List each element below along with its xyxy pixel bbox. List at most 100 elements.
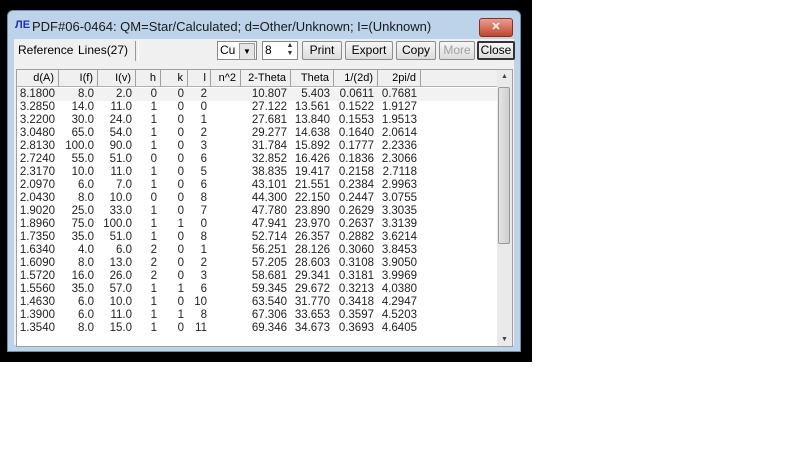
column-header[interactable]: I(v) bbox=[98, 70, 136, 86]
table-row[interactable]: 2.3170 10.0 11.0 1 0 5 38.835 19.417 0.2158 2.711… bbox=[17, 166, 497, 179]
table-cell: 67.306 bbox=[251, 309, 287, 321]
table-cell: 34.673 bbox=[294, 322, 330, 334]
table-cell: 8.0 bbox=[78, 257, 94, 269]
table-cell: 2 bbox=[200, 127, 207, 139]
table-cell: 1 bbox=[150, 296, 157, 308]
table-cell: 29.672 bbox=[294, 283, 330, 295]
table-row[interactable]: 1.8960 75.0 100.0 1 1 0 47.941 23.970 0.2637 3.31… bbox=[17, 218, 497, 231]
export-button[interactable]: Export bbox=[345, 41, 393, 60]
table-cell: 1 bbox=[150, 322, 157, 334]
table-row[interactable]: 1.3900 6.0 11.0 1 1 8 67.306 33.653 0.3597 4.5203 bbox=[17, 309, 497, 322]
table-cell bbox=[211, 179, 241, 192]
scrollbar-thumb[interactable] bbox=[498, 87, 510, 244]
close-window-button[interactable]: ✕ bbox=[479, 18, 513, 37]
table-cell: 1.3900 bbox=[19, 309, 55, 321]
column-header[interactable]: 1/(2d) bbox=[334, 70, 378, 86]
table-cell: 1.9020 bbox=[19, 205, 55, 217]
tab-lines[interactable]: Lines(27) bbox=[78, 43, 128, 57]
table-cell: 1 bbox=[150, 283, 157, 295]
title-bar[interactable]: ЛЕ PDF#06-0464: QM=Star/Calculated; d=Ot… bbox=[8, 11, 520, 39]
table-cell: 10.0 bbox=[109, 296, 132, 308]
radiation-select[interactable]: Cu ▼ bbox=[217, 41, 257, 60]
table-cell: 51.0 bbox=[109, 153, 132, 165]
table-row[interactable]: 2.8130 100.0 90.0 1 0 3 31.784 15.892 0.1777 2.23… bbox=[17, 140, 497, 153]
table-cell: 14.638 bbox=[294, 127, 330, 139]
table-cell bbox=[211, 88, 241, 101]
table-cell: 2.9963 bbox=[381, 179, 417, 191]
table-cell: 3 bbox=[200, 140, 207, 152]
table-cell: 29.277 bbox=[251, 127, 287, 139]
table-row[interactable]: 3.2850 14.0 11.0 1 0 0 27.122 13.561 0.1522 1.912… bbox=[17, 101, 497, 114]
table-row[interactable]: 8.1800 8.0 2.0 0 0 2 10.807 5.403 0.0611 0.7681 bbox=[17, 88, 497, 101]
table-cell: 0.2447 bbox=[338, 192, 374, 204]
table-cell: 47.941 bbox=[251, 218, 287, 230]
table-cell: 1 bbox=[200, 244, 207, 256]
column-header[interactable]: d(A) bbox=[17, 70, 59, 86]
table-row[interactable]: 1.5560 35.0 57.0 1 1 6 59.345 29.672 0.3213 4.038… bbox=[17, 283, 497, 296]
table-row[interactable]: 1.6340 4.0 6.0 2 0 1 56.251 28.126 0.3060 3.8453 bbox=[17, 244, 497, 257]
table-cell: 1 bbox=[150, 127, 157, 139]
table-cell: 24.0 bbox=[109, 114, 132, 126]
table-cell: 57.205 bbox=[251, 257, 287, 269]
column-header[interactable]: 2-Theta bbox=[241, 70, 291, 86]
table-row[interactable]: 1.5720 16.0 26.0 2 0 3 58.681 29.341 0.3181 3.996… bbox=[17, 270, 497, 283]
column-header[interactable]: Theta bbox=[291, 70, 334, 86]
table-row[interactable]: 1.9020 25.0 33.0 1 0 7 47.780 23.890 0.2629 3.303… bbox=[17, 205, 497, 218]
chevron-down-icon[interactable]: ▼ bbox=[239, 43, 255, 60]
table-row[interactable]: 2.7240 55.0 51.0 0 0 6 32.852 16.426 0.1836 2.306… bbox=[17, 153, 497, 166]
table-cell: 0.2882 bbox=[338, 231, 374, 243]
table-cell: 7.0 bbox=[116, 179, 132, 191]
pdf-card-window: ЛЕ PDF#06-0464: QM=Star/Calculated; d=Ot… bbox=[7, 10, 521, 352]
table-row[interactable]: 1.4630 6.0 10.0 1 0 10 63.540 31.770 0.3418 4.294… bbox=[17, 296, 497, 309]
table-cell: 43.101 bbox=[251, 179, 287, 191]
spin-arrows-icon[interactable]: ▲ ▼ bbox=[284, 42, 296, 59]
table-row[interactable]: 2.0970 6.0 7.0 1 0 6 43.101 21.551 0.2384 2.9963 bbox=[17, 179, 497, 192]
table-cell: 0.1777 bbox=[338, 140, 374, 152]
table-cell: 6.0 bbox=[78, 296, 94, 308]
table-row[interactable]: 1.3540 8.0 15.0 1 0 11 69.346 34.673 0.3693 4.640… bbox=[17, 322, 497, 335]
column-header[interactable]: l bbox=[188, 70, 211, 86]
radiation-value: Cu bbox=[220, 43, 236, 57]
table-cell: 75.0 bbox=[71, 218, 94, 230]
table-cell bbox=[211, 205, 241, 218]
table-cell: 0.2384 bbox=[338, 179, 374, 191]
table-row[interactable]: 2.0430 8.0 10.0 0 0 8 44.300 22.150 0.2447 3.0755 bbox=[17, 192, 497, 205]
table-row[interactable]: 1.6090 8.0 13.0 2 0 2 57.205 28.603 0.3108 3.9050 bbox=[17, 257, 497, 270]
table-cell: 8 bbox=[200, 231, 207, 243]
table-cell: 1 bbox=[150, 101, 157, 113]
copy-button[interactable]: Copy bbox=[396, 41, 436, 60]
table-cell: 1.4630 bbox=[19, 296, 55, 308]
more-button[interactable]: More bbox=[439, 41, 475, 60]
decimals-stepper[interactable]: 8 ▲ ▼ bbox=[262, 41, 298, 60]
scroll-up-icon[interactable]: ▲ bbox=[497, 73, 512, 80]
column-header[interactable]: k bbox=[161, 70, 188, 86]
table-cell: 0 bbox=[177, 244, 184, 256]
table-cell: 1.9513 bbox=[381, 114, 417, 126]
table-cell: 13.561 bbox=[294, 101, 330, 113]
column-header[interactable]: 2pi/d bbox=[378, 70, 421, 86]
table-cell: 33.653 bbox=[294, 309, 330, 321]
table-cell: 1 bbox=[177, 309, 184, 321]
scroll-down-icon[interactable]: ▼ bbox=[497, 336, 512, 343]
table-cell: 10 bbox=[194, 296, 207, 308]
column-header[interactable]: h bbox=[136, 70, 161, 86]
column-header[interactable]: I(f) bbox=[59, 70, 98, 86]
table-cell: 0 bbox=[177, 140, 184, 152]
table-cell: 0.1553 bbox=[338, 114, 374, 126]
vertical-scrollbar[interactable]: ▲ ▼ bbox=[497, 70, 512, 346]
table-row[interactable]: 3.2200 30.0 24.0 1 0 1 27.681 13.840 0.1553 1.951… bbox=[17, 114, 497, 127]
table-cell bbox=[211, 218, 241, 231]
table-row[interactable]: 1.7350 35.0 51.0 1 0 8 52.714 26.357 0.2882 3.621… bbox=[17, 231, 497, 244]
tab-reference[interactable]: Reference bbox=[18, 43, 73, 57]
lines-table: d(A) I(f) I(v) h k l n^2 2-Theta Theta 1/(2d) 2pi/… bbox=[16, 69, 513, 347]
table-cell: 44.300 bbox=[251, 192, 287, 204]
column-header[interactable]: n^2 bbox=[211, 70, 241, 86]
table-cell: 1.9127 bbox=[381, 101, 417, 113]
table-cell: 0 bbox=[150, 192, 157, 204]
table-cell: 1 bbox=[150, 205, 157, 217]
table-cell bbox=[211, 153, 241, 166]
table-row[interactable]: 3.0480 65.0 54.0 1 0 2 29.277 14.638 0.1640 2.061… bbox=[17, 127, 497, 140]
table-cell: 0 bbox=[150, 88, 157, 100]
print-button[interactable]: Print bbox=[302, 41, 342, 60]
close-button[interactable]: Close bbox=[477, 41, 515, 60]
